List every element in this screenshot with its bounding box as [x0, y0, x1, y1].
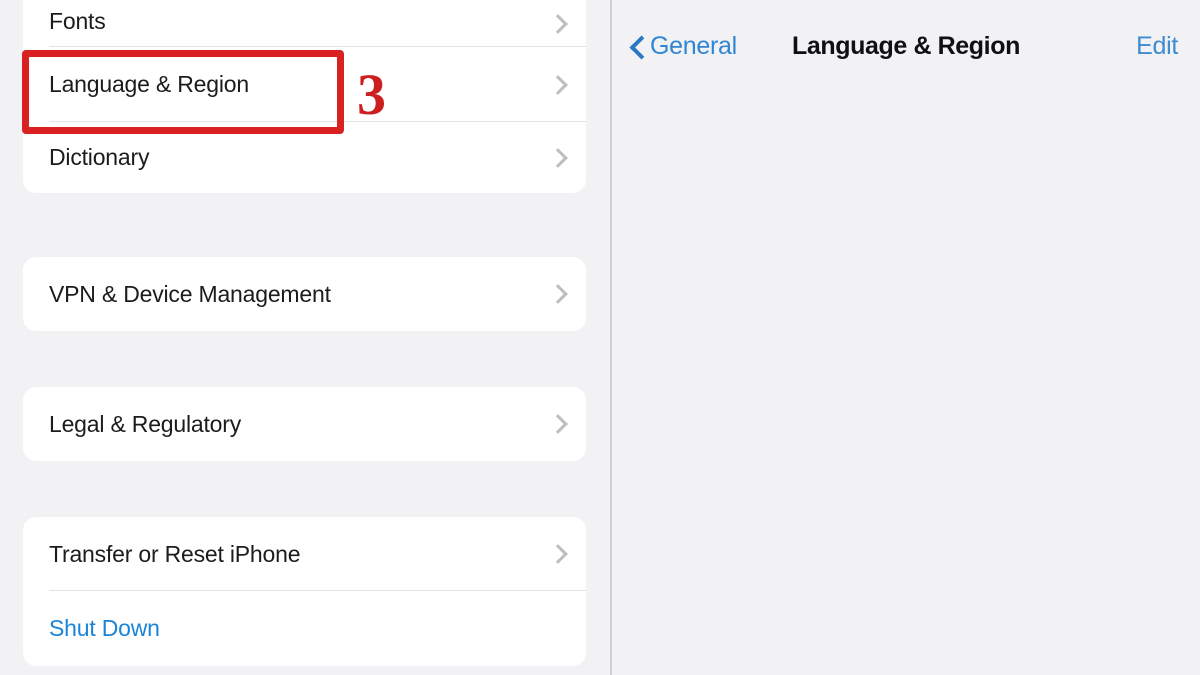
chevron-right-icon [551, 74, 564, 96]
back-button-general[interactable]: General [630, 32, 737, 61]
right-panel-language-region: General Language & Region Edit PREFERRED… [612, 0, 1200, 675]
settings-row-language-and-region[interactable]: Language & Region [23, 47, 586, 122]
settings-row-fonts[interactable]: Fonts [23, 0, 586, 47]
edit-button[interactable]: Edit [1136, 32, 1178, 61]
navigation-bar: General Language & Region Edit [612, 0, 1200, 92]
screenshot-root: Fonts Language & Region Dictionary VPN &… [0, 0, 1200, 675]
settings-row-label: VPN & Device Management [49, 280, 331, 307]
settings-row-transfer-or-reset-iphone[interactable]: Transfer or Reset iPhone [23, 517, 586, 591]
settings-row-label: Fonts [49, 8, 106, 34]
chevron-left-icon [630, 34, 644, 58]
settings-row-label: Transfer or Reset iPhone [49, 540, 301, 567]
chevron-right-icon [551, 543, 564, 565]
settings-row-label: Dictionary [49, 144, 150, 170]
settings-card-group-d: Transfer or Reset iPhone Shut Down [23, 517, 586, 666]
left-panel-general-settings: Fonts Language & Region Dictionary VPN &… [0, 0, 610, 675]
chevron-right-icon [551, 147, 564, 169]
chevron-right-icon [551, 13, 564, 35]
settings-row-label: Shut Down [49, 615, 160, 641]
settings-row-label: Legal & Regulatory [49, 410, 242, 437]
chevron-right-icon [551, 283, 564, 305]
chevron-right-icon [551, 413, 564, 435]
settings-row-legal-regulatory[interactable]: Legal & Regulatory [23, 387, 586, 461]
settings-card-group-a: Fonts Language & Region Dictionary [23, 0, 586, 193]
settings-row-vpn-device-management[interactable]: VPN & Device Management [23, 257, 586, 331]
settings-row-label: Language & Region [49, 71, 249, 97]
settings-card-group-b: VPN & Device Management [23, 257, 586, 331]
settings-card-group-c: Legal & Regulatory [23, 387, 586, 461]
settings-row-shut-down[interactable]: Shut Down [23, 591, 586, 666]
back-button-label: General [650, 31, 737, 60]
settings-row-dictionary[interactable]: Dictionary [23, 122, 586, 193]
